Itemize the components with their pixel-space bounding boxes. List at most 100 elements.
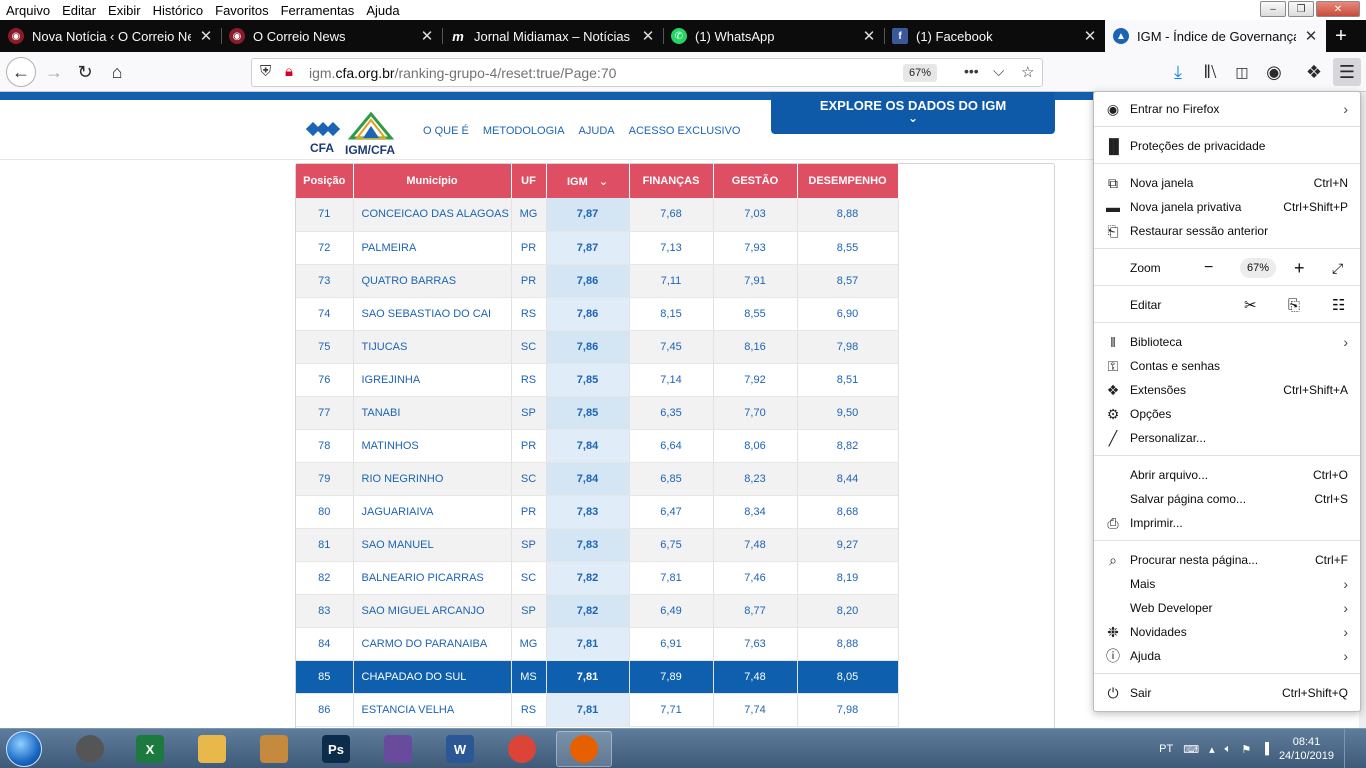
close-window-button[interactable]: ✕ (1316, 1, 1360, 17)
page-actions-icon[interactable]: ••• (964, 63, 979, 79)
menu-editar[interactable]: Editar (56, 3, 102, 18)
show-desktop-button[interactable] (1344, 729, 1356, 768)
menu-addons[interactable]: ❖ Extensões Ctrl+Shift+A (1094, 378, 1360, 402)
close-tab-icon[interactable]: ✕ (420, 27, 434, 45)
volume-icon[interactable]: 🔈︎ (1225, 743, 1232, 756)
downloads-icon[interactable]: ⤓ (1164, 58, 1192, 86)
tab-midiamax[interactable]: m Jornal Midiamax – Notícias de ✕ (442, 20, 663, 52)
taskbar-app[interactable] (494, 731, 550, 767)
col-posicao[interactable]: Posição (296, 164, 354, 198)
network-signal-icon[interactable]: ▐ (1261, 743, 1269, 755)
menu-customize[interactable]: ╱ Personalizar... (1094, 426, 1360, 450)
account-icon[interactable]: ◉ (1260, 58, 1288, 86)
table-row[interactable]: 71 CONCEICAO DAS ALAGOAS MG 7,87 7,68 7,03 8,8… (296, 198, 899, 232)
table-row[interactable]: 81 SAO MANUEL SP 7,83 6,75 7,48 9,27 (296, 528, 899, 562)
library-icon[interactable]: ‖⧵ (1196, 58, 1224, 86)
table-row[interactable]: 85 CHAPADAO DO SUL MS 7,81 7,89 7,48 8,05 (296, 660, 899, 694)
zoom-badge[interactable]: 67% (903, 64, 937, 82)
col-desempenho[interactable]: DESEMPENHO (797, 164, 899, 198)
explore-button[interactable]: EXPLORE OS DADOS DO IGM ⌄ (771, 92, 1055, 134)
table-row[interactable]: 80 JAGUARIAIVA PR 7,83 6,47 8,34 8,68 (296, 495, 899, 529)
col-financas[interactable]: FINANÇAS (629, 164, 714, 198)
menu-favoritos[interactable]: Favoritos (209, 3, 274, 18)
igm-logo[interactable]: IGM/CFA (345, 111, 397, 157)
url-bar[interactable]: ⛨ 🔒︎ igm.cfa.org.br/ranking-grupo-4/rese… (251, 58, 1043, 87)
col-igm[interactable]: IGM ⌄ (546, 164, 630, 198)
taskbar-app[interactable] (246, 731, 302, 767)
cell-municipio[interactable]: SAO SEBASTIAO DO CAI (353, 297, 512, 331)
menu-web-developer[interactable]: Web Developer › (1094, 596, 1360, 620)
table-row[interactable]: 83 SAO MIGUEL ARCANJO SP 7,82 6,49 8,77 8,20 (296, 594, 899, 628)
restore-button[interactable]: ❐ (1288, 1, 1314, 17)
cell-municipio[interactable]: SAO MANUEL (353, 528, 512, 562)
paste-icon[interactable]: ☷ (1332, 296, 1345, 314)
tab-whatsapp[interactable]: ✆ (1) WhatsApp ✕ (663, 20, 884, 52)
table-row[interactable]: 72 PALMEIRA PR 7,87 7,13 7,93 8,55 (296, 231, 899, 265)
menu-library[interactable]: ‖ Biblioteca › (1094, 330, 1360, 354)
tab-correio-news[interactable]: ◉ O Correio News ✕ (221, 20, 442, 52)
cell-municipio[interactable]: TANABI (353, 396, 512, 430)
menu-ajuda[interactable]: Ajuda (360, 3, 405, 18)
cell-municipio[interactable]: QUATRO BARRAS (353, 264, 512, 298)
menu-new-window[interactable]: ⧉ Nova janela Ctrl+N (1094, 171, 1360, 195)
cell-municipio[interactable]: CARMO DO PARANAIBA (353, 627, 512, 661)
cell-municipio[interactable]: ESTANCIA VELHA (353, 693, 512, 727)
cfa-logo[interactable]: CFA (305, 121, 341, 155)
taskbar-app[interactable] (556, 731, 612, 767)
language-indicator[interactable]: PT (1159, 743, 1173, 755)
table-row[interactable]: 74 SAO SEBASTIAO DO CAI RS 7,86 8,15 8,55 6,90 (296, 297, 899, 331)
taskbar-app[interactable] (62, 731, 118, 767)
menu-arquivo[interactable]: Arquivo (0, 3, 56, 18)
home-button[interactable]: ⌂ (103, 58, 131, 86)
nav-ajuda[interactable]: AJUDA (579, 125, 615, 137)
shield-icon[interactable]: ⛨ (260, 63, 271, 80)
cell-municipio[interactable]: CONCEICAO DAS ALAGOAS (353, 198, 512, 232)
col-uf[interactable]: UF (511, 164, 547, 198)
menu-open-file[interactable]: Abrir arquivo... Ctrl+O (1094, 463, 1360, 487)
nav-acesso-exclusivo[interactable]: ACESSO EXCLUSIVO (629, 125, 741, 137)
table-row[interactable]: 73 QUATRO BARRAS PR 7,86 7,11 7,91 8,57 (296, 264, 899, 298)
tab-nova-noticia[interactable]: ◉ Nova Notícia ‹ O Correio News ✕ (0, 20, 221, 52)
insecure-lock-icon[interactable]: 🔒︎ (285, 63, 293, 80)
zoom-in-button[interactable]: + (1294, 258, 1305, 279)
menu-private-window[interactable]: ▬ Nova janela privativa Ctrl+Shift+P (1094, 195, 1360, 219)
minimize-button[interactable]: – (1260, 1, 1286, 17)
forward-button[interactable]: → (40, 58, 68, 86)
pocket-icon[interactable]: ⌵ (993, 63, 1004, 80)
tray-expand-icon[interactable]: ▴ (1209, 743, 1215, 756)
taskbar-app[interactable]: X (122, 731, 178, 767)
nav-o-que-e[interactable]: O QUE É (423, 125, 469, 137)
cell-municipio[interactable]: BALNEARIO PICARRAS (353, 561, 512, 595)
hamburger-menu-icon[interactable]: ☰ (1333, 58, 1361, 86)
table-row[interactable]: 75 TIJUCAS SC 7,86 7,45 8,16 7,98 (296, 330, 899, 364)
sidebar-icon[interactable]: ◫ (1228, 58, 1256, 86)
menu-find[interactable]: ⌕ Procurar nesta página... Ctrl+F (1094, 548, 1360, 572)
clock[interactable]: 08:41 24/10/2019 (1279, 735, 1334, 763)
zoom-out-button[interactable]: − (1204, 259, 1213, 277)
cell-municipio[interactable]: CHAPADAO DO SUL (353, 660, 512, 694)
menu-privacy[interactable]: ▐▌ Proteções de privacidade (1094, 134, 1360, 158)
cell-municipio[interactable]: MATINHOS (353, 429, 512, 463)
cell-municipio[interactable]: JAGUARIAIVA (353, 495, 512, 529)
cell-municipio[interactable]: PALMEIRA (353, 231, 512, 265)
col-municipio[interactable]: Município (353, 164, 512, 198)
taskbar-app[interactable] (370, 731, 426, 767)
menu-whats-new[interactable]: ❉ Novidades › (1094, 620, 1360, 644)
start-button[interactable] (6, 731, 42, 767)
menu-print[interactable]: ⎙ Imprimir... (1094, 511, 1360, 535)
cell-municipio[interactable]: TIJUCAS (353, 330, 512, 364)
table-row[interactable]: 76 IGREJINHA RS 7,85 7,14 7,92 8,51 (296, 363, 899, 397)
table-row[interactable]: 82 BALNEARIO PICARRAS SC 7,82 7,81 7,46 8,19 (296, 561, 899, 595)
nav-metodologia[interactable]: METODOLOGIA (483, 125, 565, 137)
col-gestao[interactable]: GESTÃO (713, 164, 798, 198)
table-row[interactable]: 86 ESTANCIA VELHA RS 7,81 7,71 7,74 7,98 (296, 693, 899, 727)
zoom-reset-button[interactable]: 67% (1240, 258, 1276, 278)
menu-sign-in[interactable]: ◉ Entrar no Firefox › (1094, 96, 1360, 122)
close-tab-icon[interactable]: ✕ (1304, 27, 1318, 45)
menu-save-page[interactable]: Salvar página como... Ctrl+S (1094, 487, 1360, 511)
close-tab-icon[interactable]: ✕ (862, 27, 876, 45)
keyboard-icon[interactable]: ⌨ (1183, 743, 1199, 756)
tab-facebook[interactable]: f (1) Facebook ✕ (884, 20, 1105, 52)
menu-more[interactable]: Mais › (1094, 572, 1360, 596)
cell-municipio[interactable]: RIO NEGRINHO (353, 462, 512, 496)
